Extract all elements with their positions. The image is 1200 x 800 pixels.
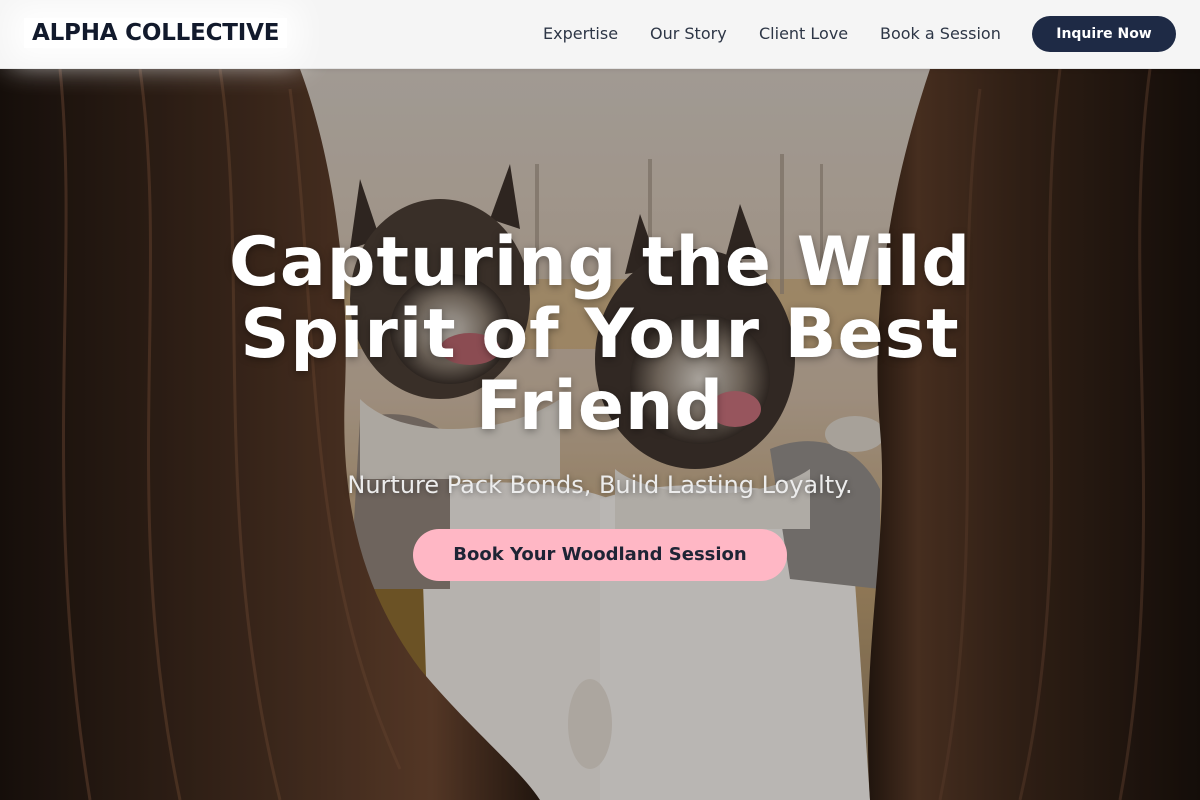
- hero-section: Capturing the Wild Spirit of Your Best F…: [0, 69, 1200, 800]
- site-header: ALPHA COLLECTIVE Expertise Our Story Cli…: [0, 0, 1200, 69]
- nav-link-book-session[interactable]: Book a Session: [880, 22, 1001, 46]
- hero-subtitle: Nurture Pack Bonds, Build Lasting Loyalt…: [347, 471, 853, 499]
- nav-link-client-love[interactable]: Client Love: [759, 22, 848, 46]
- nav-link-expertise[interactable]: Expertise: [543, 22, 618, 46]
- hero-title: Capturing the Wild Spirit of Your Best F…: [229, 223, 971, 446]
- brand-logo[interactable]: ALPHA COLLECTIVE: [24, 18, 288, 48]
- nav-link-our-story[interactable]: Our Story: [650, 22, 727, 46]
- book-session-button[interactable]: Book Your Woodland Session: [413, 529, 787, 581]
- inquire-now-button[interactable]: Inquire Now: [1032, 16, 1176, 52]
